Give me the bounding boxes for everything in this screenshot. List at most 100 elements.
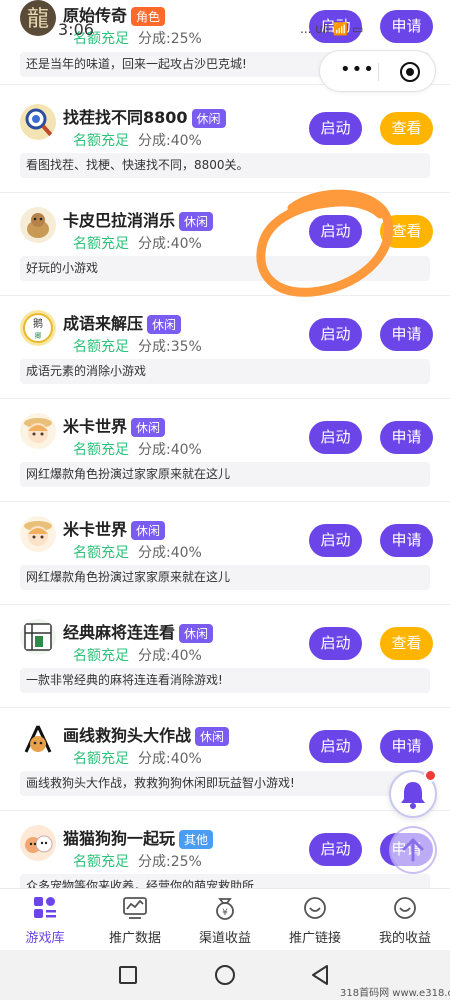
game-tag: 休闲 bbox=[131, 418, 166, 437]
promotion-data-icon bbox=[123, 897, 147, 919]
back-icon[interactable] bbox=[310, 964, 330, 986]
svg-text:卿: 卿 bbox=[35, 332, 42, 340]
game-tag: 休闲 bbox=[179, 624, 214, 643]
bottom-tab-bar: 游戏库 推广数据 ¥ 渠道收益 推广链接 我的收益 bbox=[0, 888, 450, 950]
dog-game-icon bbox=[20, 722, 56, 758]
apply-button[interactable]: 申请 bbox=[380, 730, 433, 763]
game-row: 米卡世界 休闲 名额充足 分成:40% 启动 申请 网红爆款角色扮演过家家原来就在… bbox=[0, 399, 450, 502]
quota-label: 名额充足 bbox=[73, 236, 129, 252]
game-tag: 休闲 bbox=[191, 109, 226, 128]
game-row: 找茬找不同8800 休闲 名额充足 分成:40% 启动 查看 看图找茬、找梗、快速… bbox=[0, 90, 450, 193]
game-description: 一款非常经典的麻将连连看消除游戏! bbox=[20, 668, 430, 693]
start-button[interactable]: 启动 bbox=[309, 730, 362, 763]
start-button[interactable]: 启动 bbox=[309, 524, 362, 557]
idiom-game-icon: 鹅卿 bbox=[20, 310, 56, 346]
game-row: 鹅卿 成语来解压 休闲 名额充足 分成:35% 启动 申请 成语元素的消除小游戏 bbox=[0, 296, 450, 399]
arrow-up-icon bbox=[402, 838, 424, 862]
view-button[interactable]: 查看 bbox=[380, 627, 433, 660]
magnifier-game-icon bbox=[20, 104, 56, 140]
game-tag: 休闲 bbox=[179, 212, 214, 231]
game-name: 经典麻将连连看 bbox=[63, 623, 176, 642]
share-label: 分成:40% bbox=[138, 545, 202, 561]
tab-label: 游戏库 bbox=[25, 931, 65, 946]
tab-label: 推广链接 bbox=[288, 931, 341, 946]
game-name: 米卡世界 bbox=[63, 520, 128, 539]
view-button[interactable]: 查看 bbox=[380, 215, 433, 248]
game-row: 经典麻将连连看 休闲 名额充足 分成:40% 启动 查看 一款非常经典的麻将连连看… bbox=[0, 605, 450, 708]
start-button[interactable]: 启动 bbox=[309, 833, 362, 866]
game-description: 成语元素的消除小游戏 bbox=[20, 359, 430, 384]
start-button[interactable]: 启动 bbox=[309, 318, 362, 351]
status-bar: 3:06 ... ull 📶 ▭ bbox=[0, 20, 450, 40]
game-description: 好玩的小游戏 bbox=[20, 256, 430, 281]
svg-text:¥: ¥ bbox=[222, 908, 228, 918]
game-tag: 休闲 bbox=[147, 315, 182, 334]
game-name: 米卡世界 bbox=[63, 417, 128, 436]
tab-channel-income[interactable]: ¥ 渠道收益 bbox=[180, 895, 270, 946]
notification-button[interactable] bbox=[389, 769, 437, 818]
game-description: 网红爆款角色扮演过家家原来就在这儿 bbox=[20, 565, 430, 590]
share-label: 分成:40% bbox=[138, 442, 202, 458]
game-tag: 其他 bbox=[179, 830, 214, 849]
game-library-icon bbox=[34, 897, 56, 918]
game-row: 画线救狗头大作战 休闲 名额充足 分成:40% 启动 申请 画线救狗头大作战，救救… bbox=[0, 708, 450, 811]
tab-promotion-data[interactable]: 推广数据 bbox=[90, 895, 180, 946]
svg-text:鹅: 鹅 bbox=[33, 317, 43, 330]
tab-promotion-link[interactable]: 推广链接 bbox=[270, 895, 360, 946]
apply-button[interactable]: 申请 bbox=[380, 318, 433, 351]
close-target-icon[interactable] bbox=[400, 62, 420, 82]
girl-avatar-game-icon bbox=[20, 413, 56, 449]
tab-my-income[interactable]: 我的收益 bbox=[360, 895, 450, 946]
share-label: 分成:40% bbox=[138, 133, 202, 149]
home-icon[interactable] bbox=[215, 965, 235, 985]
game-tag: 休闲 bbox=[131, 521, 166, 540]
game-description: 看图找茬、找梗、快速找不同，8800关。 bbox=[20, 153, 430, 178]
girl-avatar-game-icon bbox=[20, 516, 56, 552]
tab-game-library[interactable]: 游戏库 bbox=[0, 895, 90, 946]
more-icon[interactable]: ••• bbox=[340, 61, 375, 79]
channel-income-icon: ¥ bbox=[216, 898, 234, 920]
notification-dot bbox=[424, 769, 437, 782]
game-name: 找茬找不同8800 bbox=[63, 108, 188, 127]
share-label: 分成:35% bbox=[138, 339, 202, 355]
game-tag: 休闲 bbox=[195, 727, 230, 746]
start-button[interactable]: 启动 bbox=[309, 112, 362, 145]
promotion-link-icon bbox=[304, 897, 326, 919]
miniprogram-capsule: ••• bbox=[319, 50, 436, 92]
watermark: 318首码网 www.e318.com bbox=[340, 988, 450, 999]
tab-label: 渠道收益 bbox=[198, 931, 251, 946]
game-description: 画线救狗头大作战，救救狗狗休闲即玩益智小游戏! bbox=[20, 771, 430, 796]
share-label: 分成:40% bbox=[138, 648, 202, 664]
game-name: 猫猫狗狗一起玩 bbox=[63, 829, 176, 848]
capsule-divider bbox=[378, 63, 379, 81]
start-button[interactable]: 启动 bbox=[309, 627, 362, 660]
game-name: 成语来解压 bbox=[63, 314, 144, 333]
quota-label: 名额充足 bbox=[73, 133, 129, 149]
quota-label: 名额充足 bbox=[73, 545, 129, 561]
game-name: 卡皮巴拉消消乐 bbox=[63, 211, 176, 230]
recent-apps-icon[interactable] bbox=[119, 966, 137, 984]
view-button[interactable]: 查看 bbox=[380, 112, 433, 145]
pet-game-icon bbox=[20, 825, 56, 861]
share-label: 分成:25% bbox=[138, 854, 202, 870]
quota-label: 名额充足 bbox=[73, 442, 129, 458]
start-button[interactable]: 启动 bbox=[309, 215, 362, 248]
game-description: 网红爆款角色扮演过家家原来就在这儿 bbox=[20, 462, 430, 487]
quota-label: 名额充足 bbox=[73, 648, 129, 664]
quota-label: 名额充足 bbox=[73, 339, 129, 355]
game-row: 卡皮巴拉消消乐 休闲 名额充足 分成:40% 启动 查看 好玩的小游戏 bbox=[0, 193, 450, 296]
start-button[interactable]: 启动 bbox=[309, 421, 362, 454]
mahjong-game-icon bbox=[20, 619, 56, 655]
tab-label: 推广数据 bbox=[108, 931, 161, 946]
scroll-to-top-button[interactable] bbox=[389, 826, 437, 874]
status-icons: ... ull 📶 ▭ bbox=[300, 22, 364, 36]
quota-label: 名额充足 bbox=[73, 751, 129, 767]
tab-label: 我的收益 bbox=[378, 931, 431, 946]
my-income-icon bbox=[394, 897, 416, 919]
game-row: 米卡世界 休闲 名额充足 分成:40% 启动 申请 网红爆款角色扮演过家家原来就在… bbox=[0, 502, 450, 605]
apply-button[interactable]: 申请 bbox=[380, 421, 433, 454]
share-label: 分成:40% bbox=[138, 236, 202, 252]
share-label: 分成:40% bbox=[138, 751, 202, 767]
apply-button[interactable]: 申请 bbox=[380, 524, 433, 557]
quota-label: 名额充足 bbox=[73, 854, 129, 870]
